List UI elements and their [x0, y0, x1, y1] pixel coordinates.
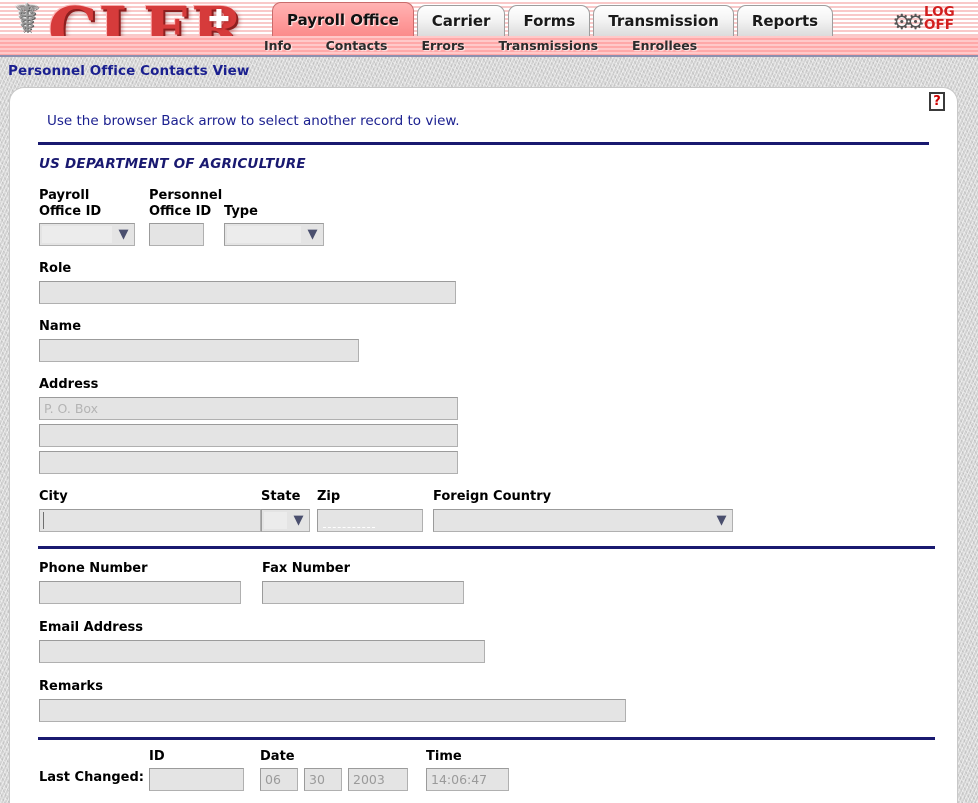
remarks-label: Remarks	[39, 679, 103, 694]
name-label: Name	[39, 319, 82, 334]
name-field: Name	[39, 319, 957, 362]
page-title: Personnel Office Contacts View	[8, 63, 250, 79]
last-changed-day-input[interactable]	[304, 768, 342, 791]
foreign-country-label: Foreign Country	[433, 489, 552, 504]
text-cursor	[43, 512, 44, 529]
role-input[interactable]	[39, 281, 456, 304]
divider-contact	[38, 546, 935, 549]
content-panel: ? Use the browser Back arrow to select a…	[10, 88, 957, 803]
tab-payroll-office[interactable]: Payroll Office	[272, 2, 414, 36]
email-field: Email Address	[39, 620, 957, 663]
select-inner	[436, 512, 708, 529]
zip-input[interactable]	[317, 509, 423, 532]
masthead: ☤ CLER ✚ Payroll Office Carrier Forms Tr…	[0, 0, 978, 57]
name-input[interactable]	[39, 339, 359, 362]
phone-fax-row: Phone Number Fax Number	[39, 561, 957, 604]
role-field: Role	[39, 261, 957, 304]
personnel-office-id-label: Personnel Office ID	[149, 188, 223, 219]
gear-icon[interactable]: ⚙⚙	[892, 10, 925, 34]
zip-mask-hint	[323, 527, 375, 528]
subnav-item-transmissions[interactable]: Transmissions	[499, 38, 599, 53]
caduceus-icon: ☤	[13, 0, 41, 42]
last-changed-year-input[interactable]	[348, 768, 408, 791]
fax-number-input[interactable]	[262, 581, 464, 604]
last-changed-month-input[interactable]	[260, 768, 298, 791]
office-id-row: Payroll Office ID ▼ Personnel Office ID …	[39, 188, 957, 246]
help-icon[interactable]: ?	[929, 92, 945, 111]
tab-carrier[interactable]: Carrier	[416, 5, 506, 36]
tab-label: Transmission	[608, 12, 719, 30]
select-inner	[264, 512, 287, 529]
zip-label: Zip	[317, 489, 341, 504]
chevron-down-icon: ▼	[118, 226, 129, 242]
select-inner	[227, 226, 301, 243]
last-changed-id-label: ID	[149, 749, 165, 764]
tab-label: Forms	[523, 12, 576, 30]
type-label: Type	[224, 204, 258, 219]
subnav-item-enrollees[interactable]: Enrollees	[632, 38, 697, 53]
contacts-form: US DEPARTMENT OF AGRICULTURE Payroll Off…	[10, 145, 957, 791]
chevron-down-icon: ▼	[716, 512, 727, 528]
logoff-line-2: OFF	[924, 17, 954, 33]
state-label: State	[261, 489, 301, 504]
back-arrow-notice: Use the browser Back arrow to select ano…	[47, 113, 460, 129]
tab-label: Payroll Office	[287, 10, 399, 29]
subnav-item-contacts[interactable]: Contacts	[326, 38, 388, 53]
payroll-office-id-label: Payroll Office ID	[39, 188, 102, 219]
address-label: Address	[39, 377, 99, 392]
divider-bottom	[38, 737, 935, 740]
payroll-office-id-select[interactable]: ▼	[39, 223, 135, 246]
email-address-input[interactable]	[39, 640, 485, 663]
last-changed-time-input[interactable]	[426, 768, 509, 791]
address-line-2-input[interactable]	[39, 424, 458, 447]
state-select[interactable]: ▼	[261, 509, 310, 532]
city-state-zip-row: City State ▼ Zip Foreign Country ▼	[39, 489, 957, 532]
address-line-1-input[interactable]	[39, 397, 458, 420]
phone-number-label: Phone Number	[39, 561, 148, 576]
subnav-item-errors[interactable]: Errors	[421, 38, 464, 53]
email-address-label: Email Address	[39, 620, 144, 635]
subnav-item-info[interactable]: Info	[264, 38, 292, 53]
last-changed-id-input[interactable]	[149, 768, 244, 791]
remarks-field: Remarks	[39, 679, 957, 722]
role-label: Role	[39, 261, 72, 276]
remarks-input[interactable]	[39, 699, 626, 722]
phone-number-input[interactable]	[39, 581, 241, 604]
select-inner	[42, 226, 112, 243]
personnel-office-id-input[interactable]	[149, 223, 204, 246]
tab-label: Reports	[751, 12, 819, 30]
foreign-country-select[interactable]: ▼	[433, 509, 733, 532]
type-select[interactable]: ▼	[224, 223, 324, 246]
last-changed-row: Last Changed: ID Date Time	[39, 749, 957, 791]
last-changed-date-label: Date	[260, 749, 295, 764]
last-changed-label: Last Changed:	[39, 770, 144, 785]
logoff-button[interactable]: LOG OFF	[924, 5, 972, 33]
last-changed-time-label: Time	[426, 749, 462, 764]
tab-reports[interactable]: Reports	[736, 5, 834, 36]
medical-cross-icon: ✚	[208, 5, 230, 35]
tab-label: Carrier	[431, 12, 491, 30]
address-field: Address	[39, 377, 957, 474]
main-tab-bar: Payroll Office Carrier Forms Transmissio…	[272, 2, 834, 36]
page-root: ☤ CLER ✚ Payroll Office Carrier Forms Tr…	[0, 0, 978, 803]
city-input[interactable]	[39, 509, 261, 532]
chevron-down-icon: ▼	[307, 226, 318, 242]
tab-forms[interactable]: Forms	[508, 5, 591, 36]
chevron-down-icon: ▼	[293, 512, 304, 528]
agency-name: US DEPARTMENT OF AGRICULTURE	[39, 156, 306, 172]
address-line-3-input[interactable]	[39, 451, 458, 474]
city-label: City	[39, 489, 68, 504]
sub-navigation-bar: Info Contacts Errors Transmissions Enrol…	[0, 36, 978, 55]
tab-transmission[interactable]: Transmission	[593, 5, 734, 36]
fax-number-label: Fax Number	[262, 561, 351, 576]
